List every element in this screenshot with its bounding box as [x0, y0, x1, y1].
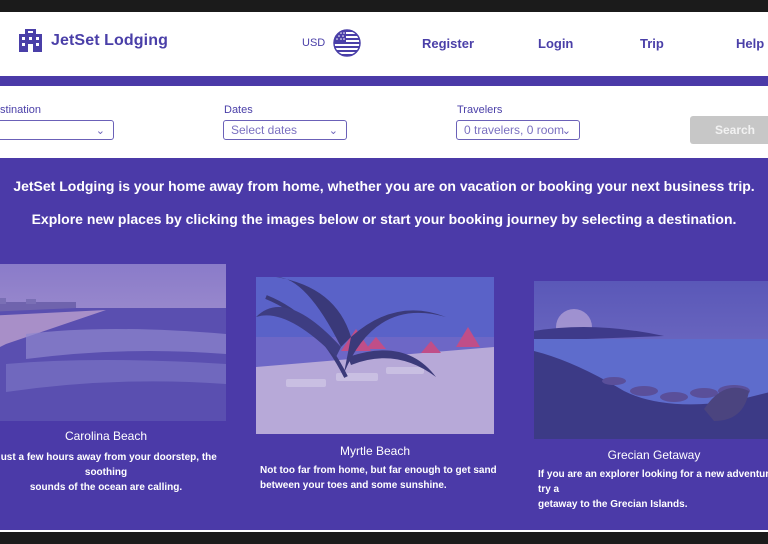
app-frame: JetSet Lodging USD Register Login Trip H…	[0, 12, 768, 532]
dates-select[interactable]: Select dates ⌄	[223, 120, 347, 140]
destination-card-carolina[interactable]: Carolina Beach Just a few hours away fro…	[0, 264, 226, 493]
card-title: Myrtle Beach	[339, 444, 411, 458]
header-divider	[0, 76, 768, 86]
card-description-line: If you are an explorer looking for a new…	[538, 469, 768, 495]
nav-login[interactable]: Login	[538, 36, 573, 51]
site-header: JetSet Lodging USD Register Login Trip H…	[0, 12, 768, 76]
beach-photo[interactable]	[0, 264, 226, 421]
footer-divider	[0, 530, 768, 532]
card-description: Just a few hours away from your doorstep…	[0, 450, 226, 495]
destination-select[interactable]: ⌄	[0, 120, 114, 140]
chevron-down-icon: ⌄	[561, 125, 571, 137]
currency-selector[interactable]: USD	[302, 29, 361, 57]
card-description-line: Just a few hours away from your doorstep…	[0, 452, 217, 478]
card-title: Carolina Beach	[64, 429, 148, 443]
hotel-icon	[19, 29, 42, 52]
dates-label: Dates	[224, 104, 253, 116]
hero-line-1: JetSet Lodging is your home away from ho…	[13, 178, 755, 194]
chevron-down-icon: ⌄	[95, 125, 105, 137]
main-panel: JetSet Lodging is your home away from ho…	[0, 158, 768, 530]
search-button[interactable]: Search	[690, 116, 768, 144]
nav-help[interactable]: Help	[736, 36, 764, 51]
brand-name: JetSet Lodging	[51, 31, 168, 49]
nav-trip[interactable]: Trip	[640, 36, 664, 51]
destination-card-myrtle[interactable]: Myrtle Beach Not too far from home, but …	[256, 277, 497, 491]
brand-logo[interactable]: JetSet Lodging	[18, 28, 168, 53]
dates-placeholder: Select dates	[231, 123, 298, 137]
currency-code: USD	[302, 37, 326, 49]
card-description-line: Not too far from home, but far enough to…	[260, 465, 497, 476]
coast-photo[interactable]	[534, 281, 768, 439]
search-bar: Destination ⌄ Dates Select dates ⌄ Trave…	[0, 86, 768, 158]
travelers-select[interactable]: 0 travelers, 0 room ⌄	[456, 120, 580, 140]
card-description: If you are an explorer looking for a new…	[538, 467, 768, 512]
chevron-down-icon: ⌄	[328, 125, 338, 137]
card-description-line: between your toes and some sunshine.	[260, 480, 447, 491]
hero-line-2: Explore new places by clicking the image…	[31, 211, 737, 227]
card-description-line: getaway to the Grecian Islands.	[538, 499, 688, 510]
card-title: Grecian Getaway	[607, 448, 701, 462]
card-description-line: sounds of the ocean are calling.	[29, 482, 183, 493]
card-description: Not too far from home, but far enough to…	[260, 463, 500, 493]
nav-register[interactable]: Register	[422, 36, 474, 51]
travelers-label: Travelers	[457, 104, 503, 116]
palm-beach-photo[interactable]	[256, 277, 494, 434]
destination-label: Destination	[0, 104, 42, 116]
travelers-value: 0 travelers, 0 room	[464, 123, 565, 137]
destination-card-grecian[interactable]: Grecian Getaway If you are an explorer l…	[534, 281, 768, 510]
us-flag-icon	[333, 29, 361, 57]
